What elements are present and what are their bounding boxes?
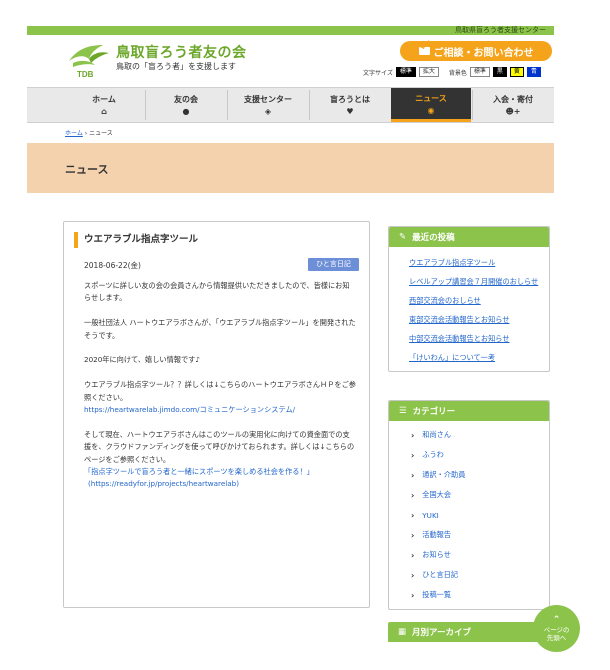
recent-post-link[interactable]: レベルアップ講習会７月開催のおしらせ bbox=[409, 272, 541, 291]
nav-about-deafblind[interactable]: 盲ろうとは ♥ bbox=[310, 88, 390, 122]
readyfor-link[interactable]: 「指点字ツールで盲ろう者と一緒にスポーツを楽しめる社会を作る！」 bbox=[84, 467, 314, 476]
category-link[interactable]: › 和尚さん bbox=[411, 425, 541, 445]
chevron-right-icon: › bbox=[411, 490, 415, 500]
list-icon: ☰ bbox=[399, 406, 407, 416]
nav-home[interactable]: ホーム ⌂ bbox=[64, 88, 144, 122]
bg-standard-button[interactable]: 標準 bbox=[469, 67, 490, 77]
recent-posts-widget: ✎ 最近の投稿 ウエアラブル指点字ツール レベルアップ講習会７月開催のおしらせ … bbox=[388, 226, 550, 372]
breadcrumb: ホーム › ニュース bbox=[65, 128, 113, 137]
contact-label: ご相談・お問い合わせ bbox=[433, 47, 534, 59]
svg-text:TDB: TDB bbox=[77, 70, 94, 79]
recent-post-link[interactable]: 東部交流会活動報告とお知らせ bbox=[409, 310, 541, 329]
user-add-icon: ☻+ bbox=[505, 107, 521, 116]
bg-color-label: 背景色 bbox=[448, 69, 467, 77]
speech-bubble-icon: ◉ bbox=[427, 105, 435, 115]
page-title: ニュース bbox=[65, 163, 109, 176]
category-link[interactable]: › ひと言日記 bbox=[411, 565, 541, 585]
font-size-standard-button[interactable]: 標準 bbox=[395, 67, 416, 77]
paw-icon: ● bbox=[182, 107, 190, 116]
global-nav: ホーム ⌂ 友の会 ● 支援センター ◈ 盲ろうとは ♥ ニュース ◉ 入会・寄… bbox=[27, 87, 554, 123]
bg-black-button[interactable]: 黒 bbox=[492, 67, 507, 77]
site-logo[interactable]: TDB bbox=[65, 39, 111, 79]
article-body: スポーツに詳しい友の会の会員さんから情報提供いただきましたので、皆様にお知らせし… bbox=[84, 280, 356, 503]
org-label: 鳥取県盲ろう者支援センター bbox=[455, 26, 546, 34]
handshake-icon: ◈ bbox=[264, 107, 272, 116]
article-paragraph: そして現在、ハートウエアラボさんはこのツールの実用化に向けての資金面での支援を、… bbox=[84, 429, 355, 489]
categories-header: ☰ カテゴリー bbox=[389, 401, 549, 421]
recent-post-link[interactable]: ウエアラブル指点字ツール bbox=[409, 253, 541, 272]
article-paragraph: スポーツに詳しい友の会の会員さんから情報提供いただきましたので、皆様にお知らせし… bbox=[84, 281, 350, 303]
chevron-right-icon: › bbox=[411, 430, 415, 440]
contact-button[interactable]: ご相談・お問い合わせ bbox=[400, 41, 552, 61]
category-link[interactable]: › 活動報告 bbox=[411, 525, 541, 545]
recent-post-link[interactable]: 西部交流会のおしらせ bbox=[409, 291, 541, 310]
chevron-right-icon: › bbox=[411, 510, 415, 520]
article-date: 2018-06-22(金) bbox=[84, 261, 141, 270]
article-category-badge[interactable]: ひと言日記 bbox=[308, 258, 359, 271]
breadcrumb-home-link[interactable]: ホーム bbox=[65, 130, 83, 137]
monthly-archive-header[interactable]: ▦ 月別アーカイブ bbox=[388, 622, 548, 642]
article-paragraph: 一般社団法人 ハートウエアラボさんが、「ウエアラブル指点字ツール」を開発されたそ… bbox=[84, 318, 356, 340]
category-link[interactable]: › 通訳・介助員 bbox=[411, 465, 541, 485]
article-title: ウエアラブル指点字ツール bbox=[74, 232, 198, 248]
bird-logo-icon: TDB bbox=[69, 45, 109, 79]
nav-join-donate[interactable]: 入会・寄付 ☻+ bbox=[473, 88, 553, 122]
heart-icon: ♥ bbox=[346, 107, 354, 116]
breadcrumb-separator: › bbox=[84, 130, 88, 137]
category-link[interactable]: › 全国大会 bbox=[411, 485, 541, 505]
top-bar: 鳥取県盲ろう者支援センター bbox=[27, 26, 554, 35]
article-paragraph: ウエアラブル指点字ツール？？詳しくは↓こちらのハートウエアラボさんＨＰをご参照く… bbox=[84, 380, 356, 415]
site-subtitle: 鳥取の「盲ろう者」を支援します bbox=[116, 62, 236, 71]
nav-tomonokai[interactable]: 友の会 ● bbox=[146, 88, 226, 122]
font-size-label: 文字サイズ bbox=[363, 69, 393, 77]
mail-icon bbox=[418, 47, 430, 55]
recent-post-link[interactable]: 中部交流会活動報告とお知らせ bbox=[409, 329, 541, 348]
categories-widget: ☰ カテゴリー › 和尚さん › ふうわ › 通訳・介助員 › 全国大会 › YUKI ›… bbox=[388, 400, 550, 610]
breadcrumb-current: ニュース bbox=[89, 130, 113, 137]
font-size-large-button[interactable]: 拡大 bbox=[418, 67, 439, 77]
article-paragraph: 2020年に向けて、嬉しい情報です♪ bbox=[84, 355, 200, 365]
site-title[interactable]: 鳥取盲ろう者友の会 bbox=[116, 42, 247, 62]
chevron-right-icon: › bbox=[411, 590, 415, 600]
bg-yellow-button[interactable]: 黄 bbox=[509, 67, 524, 77]
page-banner: ニュース bbox=[27, 143, 554, 193]
category-link[interactable]: › お知らせ bbox=[411, 545, 541, 565]
chevron-right-icon: › bbox=[411, 550, 415, 560]
bg-blue-button[interactable]: 青 bbox=[526, 67, 541, 77]
page-top-button[interactable]: ⌃ ページの 先頭へ bbox=[533, 605, 580, 652]
category-link[interactable]: › YUKI bbox=[411, 505, 541, 525]
nav-news[interactable]: ニュース ◉ bbox=[391, 88, 471, 122]
recent-posts-header: ✎ 最近の投稿 bbox=[389, 227, 549, 247]
readyfor-url[interactable]: (https://readyfor.jp/projects/heartwarel… bbox=[84, 479, 239, 488]
category-link[interactable]: › 投稿一覧 bbox=[411, 585, 541, 605]
nav-support-center[interactable]: 支援センター ◈ bbox=[228, 88, 308, 122]
chevron-right-icon: › bbox=[411, 470, 415, 480]
calendar-icon: ▦ bbox=[398, 627, 407, 637]
site-header: TDB 鳥取盲ろう者友の会 鳥取の「盲ろう者」を支援します ご相談・お問い合わせ… bbox=[27, 35, 554, 87]
chevron-up-icon: ⌃ bbox=[552, 614, 561, 625]
edit-icon: ✎ bbox=[399, 232, 407, 242]
heartwarelab-link[interactable]: https://heartwarelab.jimdo.com/コミュニケーション… bbox=[84, 405, 295, 414]
chevron-right-icon: › bbox=[411, 530, 415, 540]
category-link[interactable]: › ふうわ bbox=[411, 445, 541, 465]
article-card: ウエアラブル指点字ツール 2018-06-22(金) ひと言日記 スポーツに詳し… bbox=[63, 221, 370, 608]
recent-post-link[interactable]: 「けいわん」について一考 bbox=[409, 348, 541, 367]
chevron-right-icon: › bbox=[411, 570, 415, 580]
chevron-right-icon: › bbox=[411, 450, 415, 460]
home-icon: ⌂ bbox=[101, 107, 107, 116]
display-options: 文字サイズ 標準 拡大 背景色 標準 黒 黄 青 bbox=[363, 67, 541, 77]
